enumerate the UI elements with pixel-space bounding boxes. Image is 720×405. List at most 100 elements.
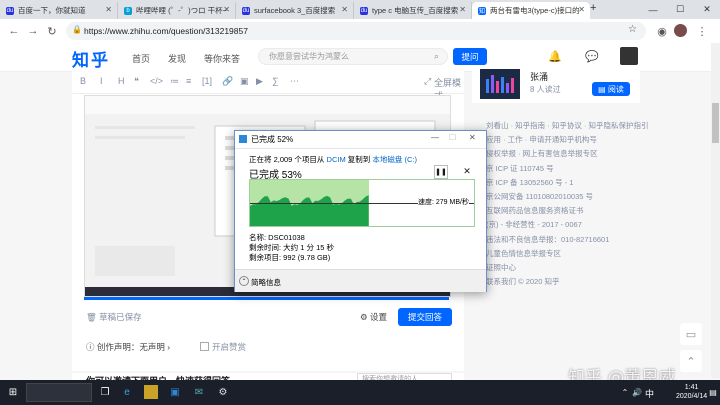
editor-toolbar-button[interactable]: </>: [150, 76, 163, 86]
store-icon[interactable]: ▣: [168, 385, 182, 399]
editor-toolbar-button[interactable]: ⋯: [290, 76, 299, 87]
footer-link-line[interactable]: 儿童色情信息举报专区: [486, 248, 561, 259]
dialog-titlebar: 已完成 52% — ☐ ✕: [235, 131, 486, 149]
url-input[interactable]: 🔒 https://www.zhihu.com/question/3132198…: [66, 22, 646, 40]
editor-toolbar-button[interactable]: 🔗: [222, 76, 233, 87]
tab-title: surfacebook 3_百度搜索: [254, 6, 336, 15]
ask-button[interactable]: 提问: [453, 48, 487, 65]
tab-close-icon[interactable]: ✕: [223, 5, 230, 14]
related-article-card[interactable]: 张涌 8 人读过 ▤ 阅读: [472, 65, 640, 103]
footer-link-line[interactable]: 证照中心: [486, 262, 516, 273]
less-info-toggle[interactable]: 简略信息: [251, 277, 281, 288]
browser-tab[interactable]: 知两台有雷电3(type-c)接口的 ✕: [472, 2, 590, 19]
pause-button[interactable]: ❚❚: [434, 165, 448, 179]
browser-tab[interactable]: du surfacebook 3_百度搜索 ✕: [236, 2, 354, 19]
editor-toolbar-button[interactable]: H: [118, 76, 125, 86]
tab-close-icon[interactable]: ✕: [341, 5, 348, 14]
footer-link-line[interactable]: 京 ICP 证 110745 号: [486, 163, 554, 174]
editor-toolbar-button[interactable]: ≔: [170, 76, 179, 87]
dialog-close-icon[interactable]: ✕: [469, 133, 476, 142]
feedback-icon[interactable]: ▭: [680, 323, 702, 345]
footer-link-line[interactable]: 联系我们 © 2020 知乎: [486, 276, 559, 287]
cancel-copy-button[interactable]: ✕: [461, 165, 473, 177]
notification-center-icon[interactable]: ▤: [706, 385, 720, 399]
zhihu-search-input[interactable]: 你愿意尝试华为鸿蒙么: [258, 48, 448, 65]
menu-icon[interactable]: ⋮: [694, 23, 710, 39]
source-link[interactable]: DCIM: [327, 155, 346, 164]
editor-toolbar-button[interactable]: [1]: [202, 76, 212, 86]
volume-icon[interactable]: 🔊: [630, 385, 644, 399]
reward-checkbox[interactable]: [200, 342, 209, 351]
reward-toggle[interactable]: 开启赞赏: [200, 341, 246, 353]
new-tab-button[interactable]: +: [590, 2, 596, 14]
back-to-top-icon[interactable]: ⌃: [680, 350, 702, 372]
minimize-icon[interactable]: —: [640, 0, 666, 19]
creation-declaration[interactable]: ⓘ 创作声明：无声明 ›: [86, 341, 170, 353]
editor-toolbar-button[interactable]: ∑: [272, 76, 278, 86]
browser-tab-strip: du 百度一下，你就知道 ✕ b 哔哩哔哩 (゜-゜)つロ 干杯~ ✕ du surfaceb…: [0, 0, 720, 19]
footer-link-line[interactable]: (京) - 非经营性 - 2017 - 0067: [486, 219, 582, 230]
task-view-icon[interactable]: ❐: [98, 385, 112, 399]
tab-title: 百度一下，你就知道: [18, 6, 86, 15]
footer-link-line[interactable]: 京 ICP 备 13052560 号 - 1: [486, 177, 573, 188]
forward-icon[interactable]: →: [25, 23, 41, 39]
file-explorer-icon[interactable]: [144, 385, 158, 399]
scrollbar-thumb[interactable]: [712, 103, 719, 143]
reload-icon[interactable]: ↻: [44, 23, 60, 39]
bookmark-star-icon[interactable]: ☆: [628, 24, 637, 35]
taskbar-clock[interactable]: 1:41 2020/4/14: [676, 383, 707, 401]
footer-link-line[interactable]: 违法和不良信息举报：010-82716601: [486, 234, 609, 245]
editor-toolbar-button[interactable]: I: [100, 76, 103, 86]
browser-tab[interactable]: du 百度一下，你就知道 ✕: [0, 2, 118, 19]
close-window-icon[interactable]: ✕: [694, 0, 720, 19]
editor-toolbar-button[interactable]: ▶: [256, 76, 263, 87]
tab-close-icon[interactable]: ✕: [105, 5, 112, 14]
profile-avatar[interactable]: [674, 24, 687, 37]
back-icon[interactable]: ←: [6, 23, 22, 39]
nav-waiting-answers[interactable]: 等你来答: [204, 52, 240, 65]
items-remaining: 剩余项目: 992 (9.78 GB): [249, 253, 331, 262]
browser-tab[interactable]: b 哔哩哔哩 (゜-゜)つロ 干杯~ ✕: [118, 2, 236, 19]
nav-discover[interactable]: 发现: [168, 52, 186, 65]
browser-tab[interactable]: du type c 电脑互传_百度搜索 ✕: [354, 2, 472, 19]
book-icon: ▤: [598, 84, 606, 94]
user-avatar[interactable]: [620, 47, 638, 65]
page-scrollbar[interactable]: [711, 43, 720, 378]
footer-link-line[interactable]: 侵权举报 · 网上有害信息举报专区: [486, 148, 598, 159]
notification-bell-icon[interactable]: 🔔: [548, 50, 562, 63]
tab-close-icon[interactable]: ✕: [578, 5, 585, 14]
editor-toolbar-button[interactable]: ⤢: [424, 76, 431, 87]
zhihu-logo[interactable]: 知乎: [72, 46, 110, 71]
editor-toolbar-button[interactable]: B: [80, 76, 86, 86]
maximize-icon[interactable]: ☐: [667, 0, 693, 19]
destination-link[interactable]: 本地磁盘 (C:): [372, 155, 417, 164]
submit-answer-button[interactable]: 提交回答: [398, 308, 452, 326]
dialog-minimize-icon[interactable]: —: [431, 133, 439, 142]
tab-title: type c 电脑互传_百度搜索: [372, 6, 459, 15]
mail-icon[interactable]: ✉: [192, 385, 206, 399]
editor-toolbar-button[interactable]: ▣: [240, 76, 249, 87]
read-button[interactable]: ▤ 阅读: [592, 82, 630, 96]
windows-start-icon[interactable]: ⊞: [6, 385, 20, 399]
taskbar-search-box[interactable]: [26, 383, 92, 402]
footer-link-line[interactable]: 互联网药品信息服务资格证书: [486, 205, 584, 216]
message-icon[interactable]: 💬: [585, 50, 599, 63]
nav-home[interactable]: 首页: [132, 52, 150, 65]
input-language[interactable]: 中: [645, 387, 654, 400]
footer-link-line[interactable]: 刘看山 · 知乎指南 · 知乎协议 · 知乎隐私保护指引: [486, 120, 649, 131]
search-icon[interactable]: ⌕: [434, 51, 439, 62]
trash-icon[interactable]: 🗑: [86, 312, 97, 322]
footer-link-line[interactable]: 应用 · 工作 · 申请开通知乎机构号: [486, 134, 597, 145]
editor-toolbar-button[interactable]: ❝: [134, 76, 139, 87]
settings-app-icon[interactable]: ⚙: [216, 385, 230, 399]
footer-link-line[interactable]: 京公网安备 11010802010035 号: [486, 191, 593, 202]
edge-browser-icon[interactable]: e: [120, 385, 134, 399]
settings-button[interactable]: ⚙ 设置: [360, 311, 387, 323]
editor-toolbar-button[interactable]: ≡: [186, 76, 191, 86]
chevron-up-icon[interactable]: ⌃: [239, 276, 249, 286]
editor-focus-line: [84, 297, 449, 300]
tab-close-icon[interactable]: ✕: [459, 5, 466, 14]
thumbnail-graphic: [486, 75, 514, 93]
author-name[interactable]: 张涌: [530, 70, 548, 83]
extension-icon[interactable]: ◉: [654, 23, 670, 39]
